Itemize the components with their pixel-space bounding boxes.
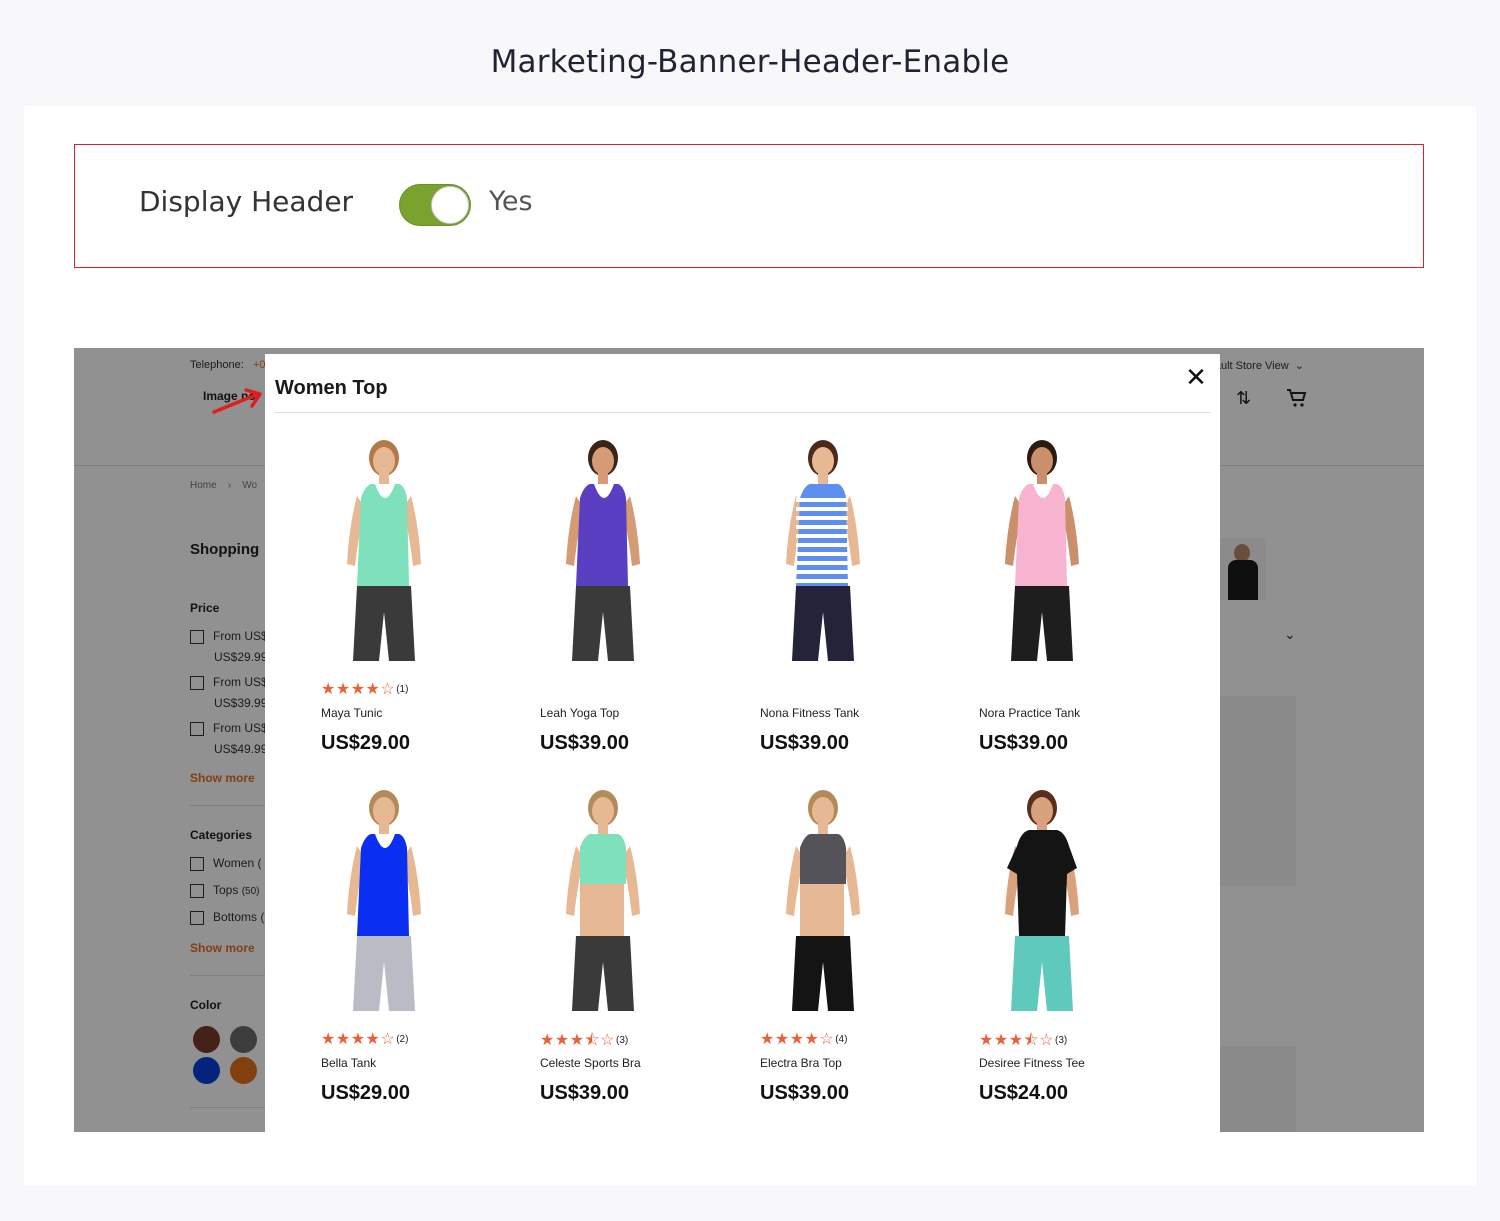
women-top-modal: Women Top ✕ ★★★★☆(1) Maya Tunic US$29.00 L… (265, 354, 1220, 1132)
product-image[interactable] (494, 436, 704, 661)
close-icon[interactable]: ✕ (1183, 364, 1209, 390)
rating-stars: ★★★★☆ (321, 681, 396, 698)
product-price: US$29.00 (321, 1082, 410, 1104)
product-price: US$39.00 (540, 1082, 629, 1104)
product-card[interactable]: Nona Fitness Tank US$39.00 (714, 436, 924, 756)
product-rating: ★★★⯪☆(3) (979, 1029, 1067, 1056)
product-card[interactable]: Nora Practice Tank US$39.00 (933, 436, 1143, 756)
product-rating: ★★★⯪☆(3) (540, 1029, 628, 1056)
product-price: US$39.00 (760, 732, 849, 754)
product-name[interactable]: Nora Practice Tank (979, 706, 1080, 720)
product-price: US$39.00 (760, 1082, 849, 1104)
product-card[interactable]: ★★★⯪☆(3) Desiree Fitness Tee US$24.00 (933, 786, 1143, 1106)
product-rating: ★★★★☆(4) (760, 1029, 847, 1049)
display-header-toggle[interactable] (399, 184, 471, 226)
review-count[interactable]: (4) (835, 1034, 847, 1045)
product-name[interactable]: Nona Fitness Tank (760, 706, 859, 720)
rating-stars: ★★★⯪☆ (979, 1032, 1055, 1049)
product-card[interactable]: ★★★★☆(1) Maya Tunic US$29.00 (275, 436, 485, 756)
product-card[interactable]: ★★★★☆(4) Electra Bra Top US$39.00 (714, 786, 924, 1106)
display-header-label: Display Header (139, 185, 354, 218)
modal-title: Women Top (275, 377, 388, 399)
product-image[interactable] (494, 786, 704, 1011)
review-count[interactable]: (1) (396, 684, 408, 695)
rating-stars: ★★★★☆ (321, 1031, 396, 1048)
product-name[interactable]: Desiree Fitness Tee (979, 1056, 1085, 1070)
product-price: US$29.00 (321, 732, 410, 754)
product-price: US$39.00 (979, 732, 1068, 754)
product-name[interactable]: Celeste Sports Bra (540, 1056, 641, 1070)
product-card[interactable]: Leah Yoga Top US$39.00 (494, 436, 704, 756)
review-count[interactable]: (3) (616, 1035, 628, 1046)
review-count[interactable]: (3) (1055, 1035, 1067, 1046)
page-title: Marketing-Banner-Header-Enable (490, 44, 1010, 80)
review-count[interactable]: (2) (396, 1034, 408, 1045)
toggle-knob (431, 186, 469, 224)
product-name[interactable]: Leah Yoga Top (540, 706, 619, 720)
product-image[interactable] (714, 786, 924, 1011)
product-card[interactable]: ★★★★☆(2) Bella Tank US$29.00 (275, 786, 485, 1106)
toggle-value-label: Yes (489, 186, 533, 217)
product-price: US$24.00 (979, 1082, 1068, 1104)
product-image[interactable] (275, 786, 485, 1011)
product-name[interactable]: Bella Tank (321, 1056, 376, 1070)
product-image[interactable] (275, 436, 485, 661)
product-image[interactable] (714, 436, 924, 661)
rating-stars: ★★★⯪☆ (540, 1032, 616, 1049)
modal-divider (275, 412, 1210, 413)
product-price: US$39.00 (540, 732, 629, 754)
product-image[interactable] (933, 786, 1143, 1011)
red-arrow-icon (212, 388, 262, 414)
display-header-setting: Display Header Yes (74, 144, 1424, 268)
product-name[interactable]: Electra Bra Top (760, 1056, 842, 1070)
product-rating: ★★★★☆(1) (321, 679, 408, 699)
product-name[interactable]: Maya Tunic (321, 706, 382, 720)
rating-stars: ★★★★☆ (760, 1031, 835, 1048)
product-card[interactable]: ★★★⯪☆(3) Celeste Sports Bra US$39.00 (494, 786, 704, 1106)
product-image[interactable] (933, 436, 1143, 661)
product-rating: ★★★★☆(2) (321, 1029, 408, 1049)
